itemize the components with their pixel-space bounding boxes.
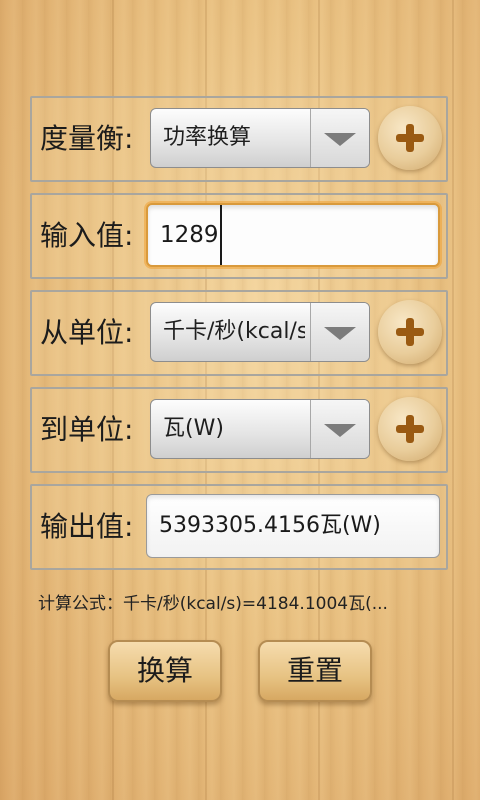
- chevron-down-icon: [324, 424, 356, 437]
- from-unit-label: 从单位:: [40, 316, 134, 349]
- from-unit-spinner-value: 千卡/秒(kcal/s): [163, 319, 305, 344]
- to-unit-spinner[interactable]: 瓦(W): [150, 399, 370, 459]
- measure-label: 度量衡:: [40, 122, 134, 155]
- input-label: 输入值:: [40, 219, 134, 252]
- from-unit-row: 从单位: 千卡/秒(kcal/s): [30, 290, 448, 376]
- output-value-field[interactable]: 5393305.4156瓦(W): [146, 494, 440, 558]
- reset-button[interactable]: 重置: [258, 640, 372, 702]
- input-row: 输入值: 1289: [30, 193, 448, 279]
- to-unit-spinner-value: 瓦(W): [163, 416, 224, 441]
- input-value-field[interactable]: 1289: [146, 203, 440, 267]
- to-unit-label: 到单位:: [40, 413, 134, 446]
- chevron-down-icon: [324, 133, 356, 146]
- to-unit-dropdown-arrow[interactable]: [310, 400, 369, 458]
- measure-row: 度量衡: 功率换算: [30, 96, 448, 182]
- formula-text: 计算公式：千卡/秒(kcal/s)=4184.1004瓦(...: [38, 594, 388, 614]
- from-unit-dropdown-arrow[interactable]: [310, 303, 369, 361]
- add-from-unit-button[interactable]: [378, 300, 442, 364]
- measure-spinner-value: 功率换算: [163, 125, 252, 150]
- from-unit-spinner[interactable]: 千卡/秒(kcal/s): [150, 302, 370, 362]
- input-value-text: 1289: [160, 205, 222, 265]
- convert-button[interactable]: 换算: [108, 640, 222, 702]
- measure-dropdown-arrow[interactable]: [310, 109, 369, 167]
- add-measure-button[interactable]: [378, 106, 442, 170]
- chevron-down-icon: [324, 327, 356, 340]
- output-row: 输出值: 5393305.4156瓦(W): [30, 484, 448, 570]
- output-label: 输出值:: [40, 510, 134, 543]
- to-unit-row: 到单位: 瓦(W): [30, 387, 448, 473]
- add-to-unit-button[interactable]: [378, 397, 442, 461]
- output-value-text: 5393305.4156瓦(W): [159, 513, 381, 538]
- measure-spinner[interactable]: 功率换算: [150, 108, 370, 168]
